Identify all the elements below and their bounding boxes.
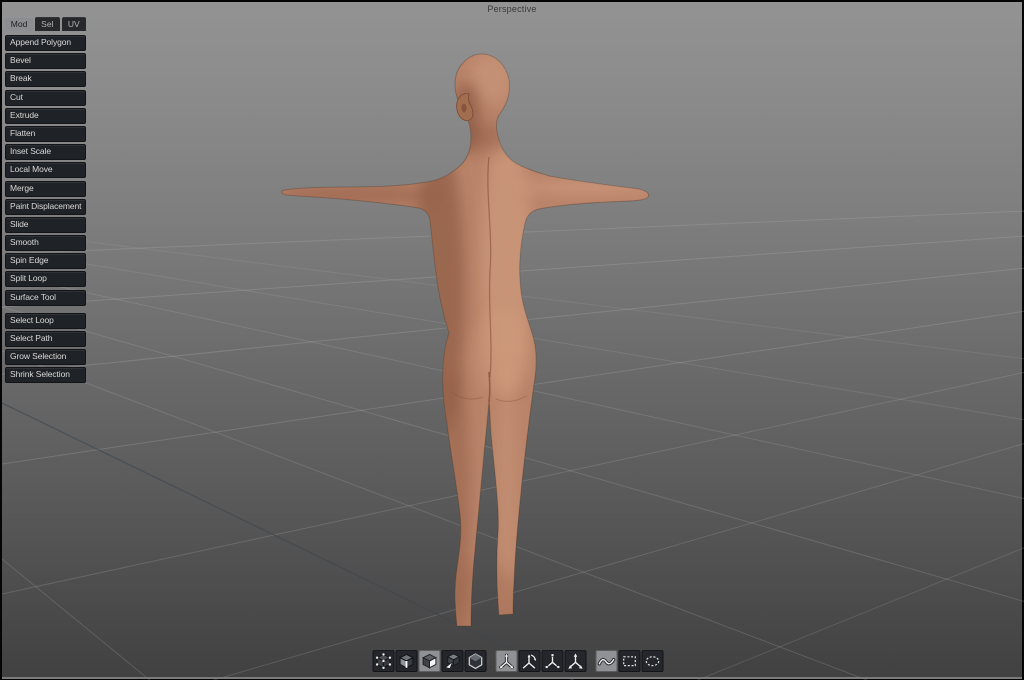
lasso-icon (597, 658, 616, 666)
perspective-viewport[interactable]: Perspective Mod Sel UV Append Polygon Be… (2, 2, 1024, 680)
marquee-rectangle-icon (623, 656, 636, 667)
rectangle-selection-button[interactable] (618, 650, 641, 672)
materials-hexagon-icon (468, 653, 483, 670)
vertices-cube-icon (375, 653, 392, 669)
viewport-title: Perspective (487, 4, 537, 14)
axis-tripod-icon (499, 653, 514, 669)
tab-sel[interactable]: Sel (35, 17, 60, 31)
tool-sidebar: Mod Sel UV Append Polygon Bevel Break Cu… (5, 17, 86, 385)
ellipse-selection-button[interactable] (641, 650, 664, 672)
merge-button[interactable]: Merge (5, 180, 86, 197)
human-model[interactable] (272, 52, 657, 649)
action-center-rotate-button[interactable] (518, 650, 541, 672)
edges-mode-button[interactable] (395, 650, 418, 672)
break-button[interactable]: Break (5, 71, 86, 88)
tool-group-modeling: Append Polygon Bevel Break Cut Extrude F… (5, 35, 86, 306)
polygons-mode-button[interactable] (418, 650, 441, 672)
tab-uv[interactable]: UV (61, 17, 86, 31)
axis-tripod-rotate-icon (521, 654, 537, 670)
window-bottom-edge (2, 677, 1022, 679)
append-polygon-button[interactable]: Append Polygon (5, 35, 86, 51)
extrude-button[interactable]: Extrude (5, 107, 86, 124)
edges-cube-icon (399, 653, 414, 669)
app-window: Perspective Mod Sel UV Append Polygon Be… (0, 0, 1024, 680)
sidebar-tabs: Mod Sel UV (5, 17, 86, 31)
surface-tool-button[interactable]: Surface Tool (5, 289, 86, 306)
viewport-canvas[interactable] (2, 2, 1024, 680)
tab-mod[interactable]: Mod (5, 17, 34, 31)
action-center-group (495, 650, 587, 672)
action-center-automatic-button[interactable] (495, 650, 518, 672)
select-path-button[interactable]: Select Path (5, 330, 86, 347)
axis-tripod-arrows-icon (568, 653, 583, 669)
items-mode-button[interactable] (441, 650, 464, 672)
select-loop-button[interactable]: Select Loop (5, 312, 86, 329)
shrink-selection-button[interactable]: Shrink Selection (5, 367, 86, 384)
local-move-button[interactable]: Local Move (5, 162, 86, 179)
buttock-crease (488, 371, 491, 403)
component-mode-group (372, 650, 487, 672)
viewport-toolbar (372, 650, 664, 672)
tool-group-selection: Select Loop Select Path Grow Selection S… (5, 312, 86, 384)
action-center-element-button[interactable] (541, 650, 564, 672)
polygons-cube-icon (422, 653, 437, 669)
items-cube-icon (444, 653, 461, 669)
split-loop-button[interactable]: Split Loop (5, 271, 86, 288)
vertices-mode-button[interactable] (372, 650, 395, 672)
bevel-button[interactable]: Bevel (5, 53, 86, 70)
grow-selection-button[interactable]: Grow Selection (5, 349, 86, 365)
marquee-ellipse-icon (645, 656, 660, 667)
flatten-button[interactable]: Flatten (5, 125, 86, 142)
cut-button[interactable]: Cut (5, 89, 86, 106)
action-center-origin-button[interactable] (564, 650, 587, 672)
materials-mode-button[interactable] (464, 650, 487, 672)
smooth-button[interactable]: Smooth (5, 235, 86, 252)
inset-scale-button[interactable]: Inset Scale (5, 144, 86, 161)
paint-displacement-button[interactable]: Paint Displacement (5, 198, 86, 215)
spin-edge-button[interactable]: Spin Edge (5, 253, 86, 270)
lasso-selection-button[interactable] (595, 650, 618, 672)
slide-button[interactable]: Slide (5, 216, 86, 233)
axis-tripod-boxes-icon (544, 653, 560, 669)
grid-axis-line (2, 402, 575, 680)
selection-style-group (595, 650, 664, 672)
